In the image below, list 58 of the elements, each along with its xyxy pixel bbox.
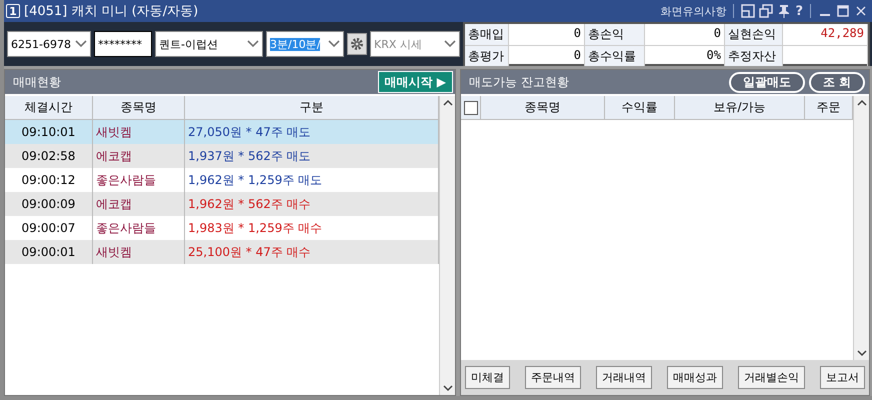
table-cell: 새빗켐: [93, 240, 185, 264]
footer-button[interactable]: 거래별손익: [738, 366, 805, 389]
windows-icon[interactable]: [759, 4, 774, 18]
scroll-down-icon[interactable]: [442, 384, 452, 392]
summary-label: 총평가: [465, 46, 509, 68]
footer-button[interactable]: 주문내역: [525, 366, 581, 389]
gear-icon[interactable]: [350, 37, 364, 51]
summary-value: 42,289: [783, 24, 868, 46]
select-all-checkbox[interactable]: [464, 100, 478, 114]
maximize-icon[interactable]: [836, 4, 850, 18]
summary-label: 추정자산: [725, 46, 783, 68]
interval-dropdown[interactable]: 3분/10분/: [266, 31, 344, 57]
window-title: [4051] 캐치 미니 (자동/자동): [24, 3, 200, 20]
summary-label: 실현손익: [725, 24, 783, 46]
footer-button[interactable]: 미체결: [465, 366, 510, 389]
pin-icon[interactable]: [777, 4, 792, 18]
footer-button[interactable]: 거래내역: [596, 366, 652, 389]
strategy-dropdown[interactable]: 퀀트-이럽션: [155, 31, 263, 57]
panel-title: 매도가능 잔고현황: [469, 74, 570, 90]
header-button[interactable]: 조 회: [808, 72, 865, 92]
header-button[interactable]: 일괄매도: [728, 72, 805, 92]
scroll-up-icon[interactable]: [856, 99, 866, 107]
table-cell: 09:02:58: [5, 144, 93, 168]
caret-icon[interactable]: [75, 40, 87, 48]
table-cell: 09:00:01: [5, 240, 93, 264]
caret-icon[interactable]: [247, 40, 259, 48]
summary-label: 총매입: [465, 24, 509, 46]
settings-button[interactable]: [347, 33, 367, 55]
footer-button[interactable]: 보고서: [820, 366, 865, 389]
screen-number-badge: 1: [6, 4, 20, 18]
close-icon[interactable]: [854, 4, 868, 18]
column-header: 보유/가능: [675, 96, 805, 119]
layout-icon[interactable]: [741, 4, 756, 18]
help-button[interactable]: ?: [795, 4, 803, 18]
caret-icon[interactable]: [328, 40, 340, 48]
summary-label: 총수익률: [585, 46, 645, 68]
scrollbar[interactable]: [439, 96, 455, 395]
column-header: 체결시간: [5, 96, 93, 119]
footer-button[interactable]: 매매성과: [667, 366, 723, 389]
column-header: 종목명: [481, 96, 605, 119]
scrollbar[interactable]: [853, 96, 869, 360]
scroll-down-icon[interactable]: [856, 349, 866, 357]
scroll-up-icon[interactable]: [442, 99, 452, 107]
table-cell: 에코캡: [93, 192, 185, 216]
summary-label: 총손익: [585, 24, 645, 46]
table-cell: 에코캡: [93, 144, 185, 168]
column-header: 종목명: [93, 96, 185, 119]
account-dropdown[interactable]: 6251-6978: [7, 31, 91, 57]
column-header: 수익률: [605, 96, 675, 119]
password-field[interactable]: ********: [94, 31, 152, 57]
panel-title: 매매현황: [13, 74, 62, 90]
table-row[interactable]: 09:10:01 새빗켐 27,050원 * 47주 매도: [5, 120, 439, 144]
table-row[interactable]: 09:00:09 에코캡 1,962원 * 562주 매수: [5, 192, 439, 216]
table-row[interactable]: 09:00:01 새빗켐 25,100원 * 47주 매수: [5, 240, 439, 264]
notice-link[interactable]: 화면유의사항: [660, 4, 726, 18]
start-trading-button[interactable]: 매매시작 ▶: [378, 71, 453, 93]
table-row[interactable]: 09:02:58 에코캡 1,937원 * 562주 매도: [5, 144, 439, 168]
table-cell: 09:00:09: [5, 192, 93, 216]
